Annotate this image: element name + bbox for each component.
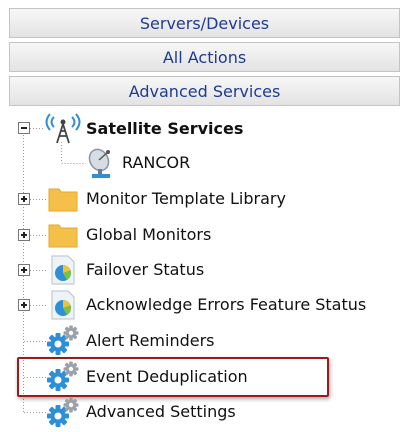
tree-label-event-deduplication[interactable]: Event Deduplication (86, 367, 248, 387)
gears-icon (46, 396, 82, 432)
folder-icon (48, 186, 78, 216)
tree-label-alert-reminders[interactable]: Alert Reminders (86, 331, 215, 351)
expand-global-monitors-toggle[interactable] (18, 229, 30, 241)
tree-label-advanced-settings[interactable]: Advanced Settings (86, 402, 236, 422)
tree-label-global-monitors[interactable]: Global Monitors (86, 225, 211, 245)
expand-failover-status-toggle[interactable] (18, 264, 30, 276)
pie-report-icon (50, 290, 76, 324)
expand-monitor-template-library-toggle[interactable] (18, 193, 30, 205)
satellite-antenna-icon (44, 112, 82, 148)
gears-icon (46, 324, 82, 360)
folder-icon (48, 222, 78, 252)
tree-label-satellite-services[interactable]: Satellite Services (86, 119, 243, 139)
tree-label-rancor[interactable]: RANCOR (122, 153, 190, 173)
tree-label-monitor-template-library[interactable]: Monitor Template Library (86, 189, 286, 209)
satellite-dish-icon (86, 147, 116, 183)
collapse-satellite-services-toggle[interactable] (18, 122, 30, 134)
tree-label-acknowledge-errors-feature-status[interactable]: Acknowledge Errors Feature Status (86, 295, 366, 315)
tree-label-failover-status[interactable]: Failover Status (86, 260, 204, 280)
gears-icon (46, 360, 82, 396)
pie-report-icon (50, 255, 76, 289)
expand-acknowledge-errors-toggle[interactable] (18, 299, 30, 311)
